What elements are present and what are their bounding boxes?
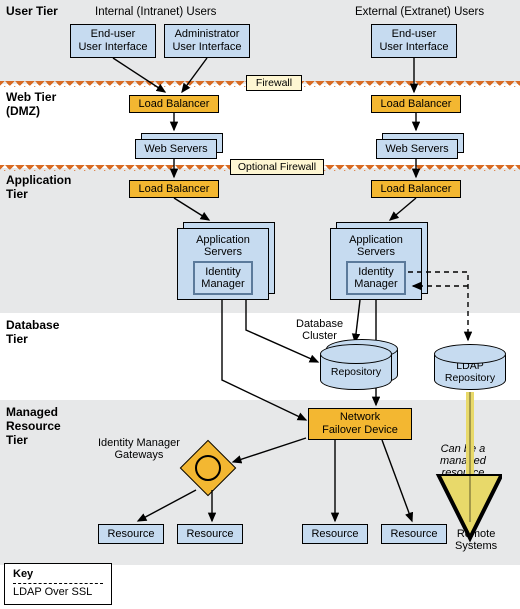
admin-ui: Administrator User Interface bbox=[164, 24, 250, 58]
legend-key: Key LDAP Over SSL bbox=[4, 563, 112, 605]
enduser-ui-external: End-user User Interface bbox=[371, 24, 457, 58]
enduser-ui-internal: End-user User Interface bbox=[70, 24, 156, 58]
load-balancer-web-internal: Load Balancer bbox=[129, 95, 219, 113]
identity-manager-external: Identity Manager bbox=[346, 261, 405, 295]
tier-label-app: Application Tier bbox=[6, 173, 71, 201]
web-servers-internal: Web Servers bbox=[135, 139, 217, 159]
network-failover: Network Failover Device bbox=[308, 408, 412, 440]
web-servers-external: Web Servers bbox=[376, 139, 458, 159]
tier-label-managed: Managed Resource Tier bbox=[6, 405, 61, 447]
load-balancer-web-external: Load Balancer bbox=[371, 95, 461, 113]
resource-3: Resource bbox=[302, 524, 368, 544]
web-servers-label: Web Servers bbox=[135, 139, 217, 159]
resource-1: Resource bbox=[98, 524, 164, 544]
identity-manager-internal: Identity Manager bbox=[193, 261, 252, 295]
app-servers-label: Application Servers bbox=[184, 234, 262, 258]
tier-label-user: User Tier bbox=[6, 4, 58, 18]
can-be-managed-note: Can be a managed resource bbox=[440, 443, 486, 479]
key-ldap-ssl: LDAP Over SSL bbox=[13, 586, 103, 598]
header-internal: Internal (Intranet) Users bbox=[95, 6, 216, 18]
gateways-label: Identity Manager Gateways bbox=[98, 437, 180, 461]
tier-label-web: Web Tier (DMZ) bbox=[6, 90, 56, 118]
firewall-label: Firewall bbox=[246, 75, 302, 91]
optional-firewall-label: Optional Firewall bbox=[230, 159, 324, 175]
key-dashed-line bbox=[13, 583, 103, 584]
header-external: External (Extranet) Users bbox=[355, 6, 484, 18]
load-balancer-app-external: Load Balancer bbox=[371, 180, 461, 198]
app-servers-internal: Application Servers Identity Manager bbox=[177, 228, 269, 300]
ldap-repo-cylinder: LDAP Repository bbox=[434, 344, 506, 390]
app-servers-label: Application Servers bbox=[337, 234, 415, 258]
resource-4: Resource bbox=[381, 524, 447, 544]
remote-systems-label: Remote Systems bbox=[455, 528, 497, 552]
app-servers-external: Application Servers Identity Manager bbox=[330, 228, 422, 300]
resource-2: Resource bbox=[177, 524, 243, 544]
key-title: Key bbox=[13, 568, 103, 580]
load-balancer-app-internal: Load Balancer bbox=[129, 180, 219, 198]
tier-label-db: Database Tier bbox=[6, 318, 59, 346]
web-servers-label: Web Servers bbox=[376, 139, 458, 159]
repository-cylinder: Repository bbox=[320, 344, 392, 390]
repository-label: Repository bbox=[331, 366, 381, 378]
